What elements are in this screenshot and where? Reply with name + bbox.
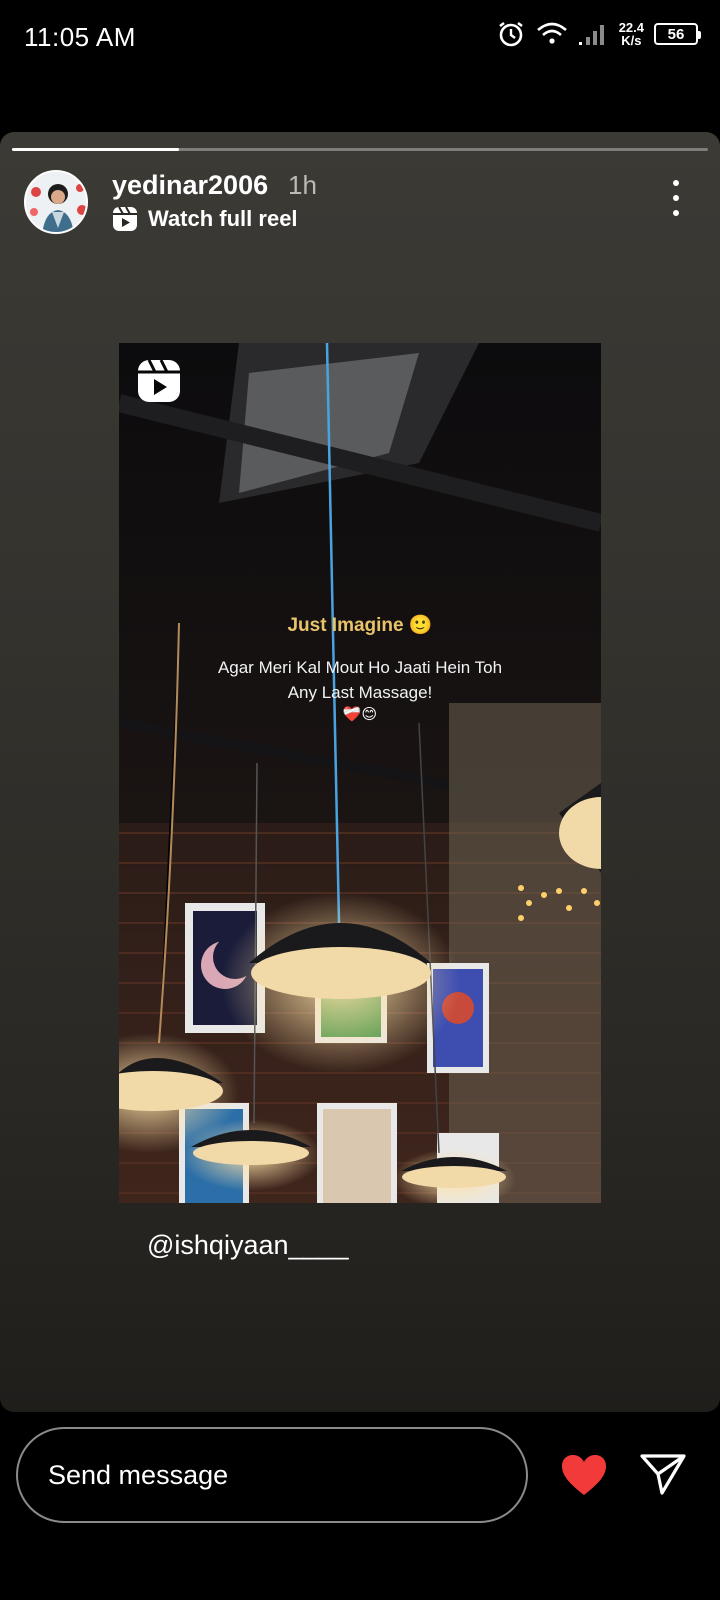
status-icons: 22.4 K/s 56 (497, 20, 701, 48)
story-progress-bar (12, 148, 708, 151)
alarm-icon (498, 21, 523, 47)
reel-caption-line-2: Any Last Massage! (287, 683, 433, 702)
mention-sticker[interactable]: @ishqiyaan____ (147, 1230, 349, 1261)
signal-icon (578, 25, 604, 45)
watch-full-reel-label: Watch full reel (148, 206, 298, 231)
send-message-field[interactable] (16, 1427, 528, 1523)
watch-full-reel-link[interactable]: Watch full reel (112, 206, 298, 232)
battery-indicator: 56 (654, 23, 701, 45)
avatar[interactable] (24, 170, 88, 234)
reel-caption-title: Just Imagine 🙂 (287, 615, 433, 636)
wifi-icon (536, 22, 567, 44)
more-options-icon[interactable] (672, 180, 680, 216)
reels-icon (113, 206, 137, 231)
reels-logo-icon (138, 359, 180, 402)
avatar-image (26, 172, 86, 232)
story-timestamp: 1h (288, 170, 317, 200)
battery-level: 56 (667, 25, 685, 43)
reel-caption-text: Agar Meri Kal Mout Ho Jaati Hein Toh Any… (119, 655, 601, 705)
reel-caption-emoji: ❤️‍🩹😊 (342, 706, 378, 723)
status-time: 11:05 AM (24, 22, 136, 52)
send-icon[interactable] (640, 1453, 686, 1495)
story-viewer[interactable]: yedinar2006 1h Watch full reel Just Imag… (0, 132, 720, 1412)
send-message-input[interactable] (48, 1455, 488, 1495)
reel-preview[interactable]: Just Imagine 🙂 Agar Meri Kal Mout Ho Jaa… (119, 343, 601, 1203)
story-progress-fill (12, 148, 180, 151)
network-speed-unit: K/s (621, 33, 642, 48)
story-username[interactable]: yedinar2006 (112, 170, 268, 201)
network-speed: 22.4 K/s (619, 21, 644, 47)
heart-icon[interactable] (560, 1453, 608, 1497)
reel-caption-line-1: Agar Meri Kal Mout Ho Jaati Hein Toh (217, 658, 503, 677)
status-bar: 11:05 AM 22.4 K/s 56 (0, 0, 720, 76)
reel-background-image (119, 343, 601, 1203)
